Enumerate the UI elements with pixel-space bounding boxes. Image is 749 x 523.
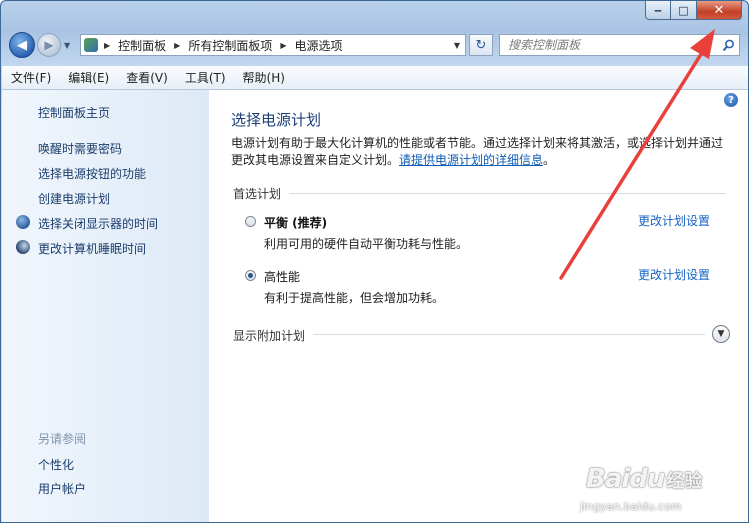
section-divider [313, 334, 705, 335]
watermark-logo: Baidu [586, 464, 665, 494]
recent-pages-button[interactable]: ▼ [64, 41, 74, 50]
preferred-plans-label: 首选计划 [233, 187, 282, 201]
see-also-personalization[interactable]: 个性化 [38, 456, 74, 473]
plan-high-performance-radio[interactable] [245, 270, 256, 281]
sidebar-home-link[interactable]: 控制面板主页 [38, 104, 110, 121]
sidebar: 控制面板主页 唤醒时需要密码 选择电源按钮的功能 创建电源计划 选择关闭显示器的… [2, 90, 209, 522]
menu-file[interactable]: 文件(F) [2, 69, 59, 86]
watermark: Baidu 经验 jingyan.baidu.com [580, 464, 703, 513]
search-icon[interactable] [717, 39, 739, 52]
plan-balanced-radio[interactable] [245, 216, 256, 227]
plan-high-performance-change-link[interactable]: 更改计划设置 [638, 266, 710, 283]
plan-balanced-name[interactable]: 平衡 (推荐) [264, 214, 327, 231]
menu-view[interactable]: 查看(V) [117, 69, 176, 86]
breadcrumb-separator-icon[interactable]: ▶ [104, 41, 110, 50]
menu-edit[interactable]: 编辑(E) [59, 69, 117, 86]
watermark-url: jingyan.baidu.com [580, 500, 682, 513]
control-panel-window: ‒ □ ✕ ◀ ▶ ▼ ▶ 控制面板 ▶ 所有控制面板项 ▶ 电源选项 ▼ ↻ … [0, 0, 749, 523]
plan-balanced-desc: 利用可用的硬件自动平衡功耗与性能。 [264, 237, 469, 251]
additional-plans-label[interactable]: 显示附加计划 [233, 327, 305, 344]
arrow-left-icon: ◀ [17, 37, 27, 53]
menu-tools[interactable]: 工具(T) [176, 69, 234, 86]
breadcrumb-control-panel[interactable]: 控制面板 [118, 37, 166, 54]
search-input[interactable] [500, 37, 717, 53]
see-also-heading: 另请参阅 [38, 432, 87, 446]
refresh-icon: ↻ [475, 37, 487, 53]
page-title: 选择电源计划 [231, 111, 322, 129]
sidebar-item-power-button[interactable]: 选择电源按钮的功能 [38, 165, 146, 182]
refresh-button[interactable]: ↻ [469, 34, 493, 56]
breadcrumb-power-options[interactable]: 电源选项 [295, 37, 343, 54]
sidebar-item-display-off[interactable]: 选择关闭显示器的时间 [38, 215, 158, 232]
plan-details-link[interactable]: 请提供电源计划的详细信息 [399, 153, 543, 167]
menu-help[interactable]: 帮助(H) [234, 69, 293, 86]
nav-buttons: ◀ ▶ ▼ [9, 32, 74, 58]
help-icon[interactable]: ? [724, 93, 738, 107]
menu-bar: 文件(F) 编辑(E) 查看(V) 工具(T) 帮助(H) [2, 66, 748, 90]
breadcrumb-separator-icon[interactable]: ▶ [174, 41, 180, 50]
breadcrumb-all-items[interactable]: 所有控制面板项 [188, 37, 272, 54]
close-button[interactable]: ✕ [697, 1, 742, 20]
plan-high-performance-name[interactable]: 高性能 [264, 268, 300, 285]
arrow-right-icon: ▶ [44, 38, 54, 52]
plan-high-performance-desc: 有利于提高性能，但会增加功耗。 [264, 291, 445, 305]
section-divider [289, 193, 726, 194]
chevron-down-icon: ▼ [64, 40, 71, 50]
address-bar[interactable]: ▶ 控制面板 ▶ 所有控制面板项 ▶ 电源选项 ▼ [80, 34, 466, 56]
description-end: 。 [543, 153, 556, 167]
caption-buttons: ‒ □ ✕ [645, 1, 742, 20]
forward-button[interactable]: ▶ [37, 33, 61, 57]
see-also-user-accounts[interactable]: 用户帐户 [38, 480, 86, 497]
sidebar-item-sleep-time[interactable]: 更改计算机睡眠时间 [38, 240, 146, 257]
page-description: 电源计划有助于最大化计算机的性能或者节能。通过选择计划来将其激活，或选择计划并通… [231, 135, 731, 169]
sidebar-item-create-plan[interactable]: 创建电源计划 [38, 190, 110, 207]
sidebar-item-wake-password[interactable]: 唤醒时需要密码 [38, 140, 122, 157]
moon-sleep-icon [16, 240, 30, 254]
monitor-clock-icon [16, 215, 30, 229]
address-dropdown-icon[interactable]: ▼ [449, 41, 465, 50]
main-pane: ? 选择电源计划 电源计划有助于最大化计算机的性能或者节能。通过选择计划来将其激… [209, 90, 748, 522]
breadcrumb-separator-icon[interactable]: ▶ [280, 41, 286, 50]
plan-balanced-change-link[interactable]: 更改计划设置 [638, 212, 710, 229]
back-button[interactable]: ◀ [9, 32, 35, 58]
watermark-cn: 经验 [666, 471, 703, 492]
chevron-down-icon[interactable]: ▼ [712, 325, 730, 343]
maximize-button[interactable]: □ [671, 1, 697, 20]
control-panel-icon [84, 38, 98, 52]
minimize-button[interactable]: ‒ [645, 1, 671, 20]
search-box [499, 34, 740, 56]
